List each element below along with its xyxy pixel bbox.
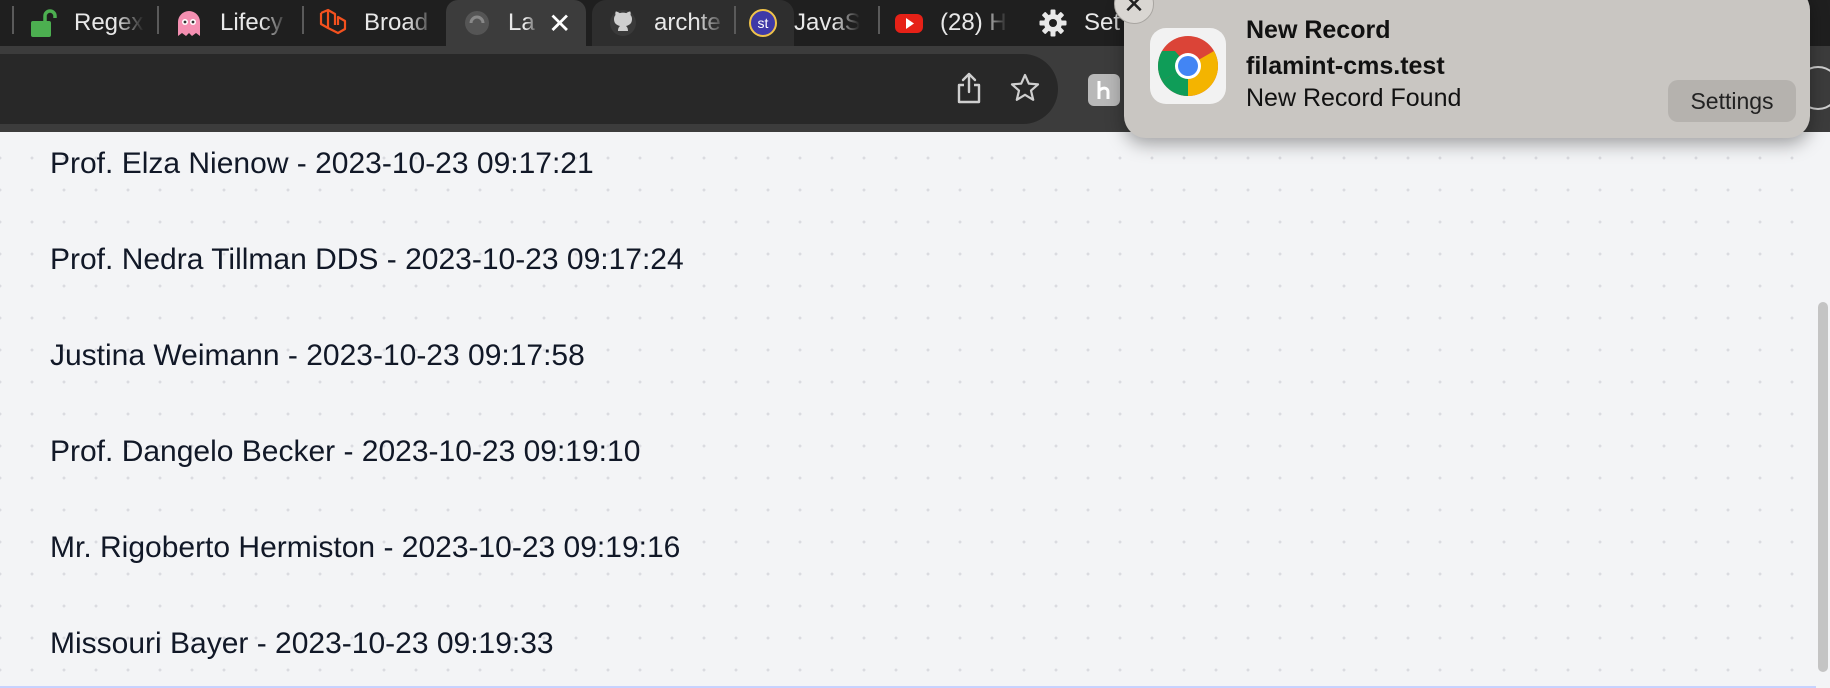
chrome-icon [1150,28,1226,104]
tab-label: Regex [74,9,144,36]
tab-label: (28) H [940,9,1007,36]
page-content: Prof. Elza Nienow - 2023-10-23 09:17:21 … [0,132,1830,688]
tab-separator [302,6,304,34]
st-icon: st [748,8,778,38]
tab-separator [878,6,880,34]
ghost-icon [174,8,204,38]
list-item: Prof. Nedra Tillman DDS - 2023-10-23 09:… [50,243,684,276]
list-item: Missouri Bayer - 2023-10-23 09:19:33 [50,627,554,660]
notification-settings-button[interactable]: Settings [1668,80,1796,122]
tab-javascript[interactable]: st JavaS [748,0,872,46]
tab-close-icon[interactable]: ✕ [548,0,571,46]
extension-icon[interactable] [1088,74,1120,106]
tab-label: JavaS [794,9,860,36]
bookmark-star-icon[interactable] [1000,58,1050,118]
tab-label: Broad [364,9,429,36]
st-icon-text: st [758,15,769,31]
scrollbar-thumb[interactable] [1818,302,1828,672]
loading-icon [462,8,492,38]
tab-label: archte [654,9,721,36]
share-icon[interactable] [944,58,994,118]
list-item: Prof. Elza Nienow - 2023-10-23 09:17:21 [50,147,594,180]
tab-regex[interactable]: Regex [28,0,156,46]
tab-label: Lifecy [220,9,283,36]
address-bar[interactable] [0,54,1058,124]
notification-title: New Record [1246,16,1391,44]
list-item: Prof. Dangelo Becker - 2023-10-23 09:19:… [50,435,641,468]
tab-separator [157,6,159,34]
tab-label: La [508,9,535,36]
tab-broadcast[interactable]: Broad [318,0,446,46]
tab-lifecycle[interactable]: Lifecy [174,0,298,46]
gear-icon [1038,8,1068,38]
laravel-icon [318,8,348,38]
github-icon [608,8,638,38]
notification-body: New Record Found [1246,84,1462,112]
list-item: Justina Weimann - 2023-10-23 09:17:58 [50,339,585,372]
scrollbar[interactable] [1816,132,1830,688]
tab-separator [734,6,736,34]
notification-site: filamint-cms.test [1246,52,1445,80]
tab-separator [12,6,14,34]
tab-youtube[interactable]: (28) H [894,0,1018,46]
unlock-icon [28,8,58,38]
list-item: Mr. Rigoberto Hermiston - 2023-10-23 09:… [50,531,681,564]
youtube-icon [894,8,924,38]
